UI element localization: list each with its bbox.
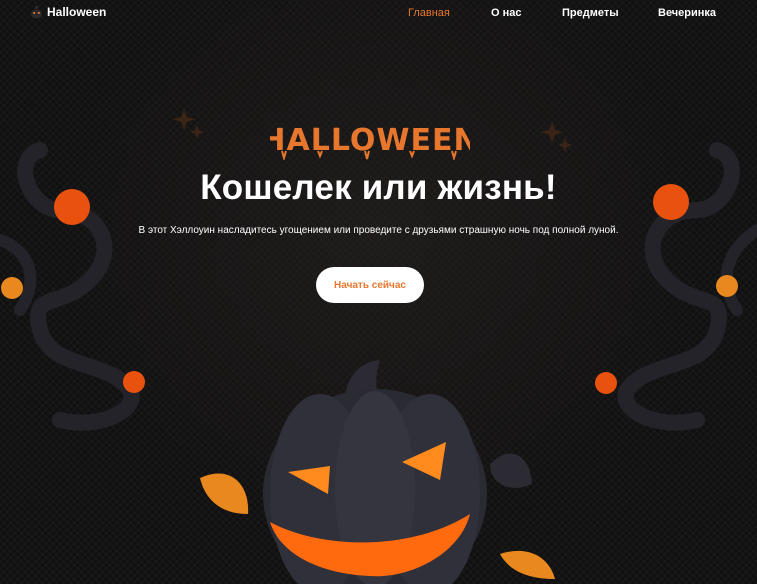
nav-link-home[interactable]: Главная bbox=[408, 7, 450, 19]
halloween-title-text: HALLOWEEN bbox=[270, 123, 470, 158]
nav-link-party[interactable]: Вечеринка bbox=[658, 7, 716, 19]
site-logo[interactable]: Halloween bbox=[30, 5, 106, 19]
nav-link-items[interactable]: Предметы bbox=[562, 7, 619, 19]
nav-link-about[interactable]: О нас bbox=[491, 7, 522, 19]
site-logo-text: Halloween bbox=[47, 5, 107, 19]
top-navbar: Halloween Главная О нас Предметы Вечерин… bbox=[0, 0, 757, 26]
hero-headline: Кошелек или жизнь! bbox=[200, 168, 557, 207]
hero-subtitle: В этот Хэллоуин насладитесь угощением ил… bbox=[138, 225, 619, 236]
decorative-stars-right bbox=[541, 122, 572, 152]
decorative-stars-left bbox=[173, 109, 204, 139]
pumpkin-illustration bbox=[200, 360, 555, 584]
halloween-title-graphic: HALLOWEEN bbox=[270, 123, 470, 160]
start-now-button[interactable]: Начать сейчас bbox=[316, 267, 424, 303]
pumpkin-icon bbox=[30, 5, 43, 19]
